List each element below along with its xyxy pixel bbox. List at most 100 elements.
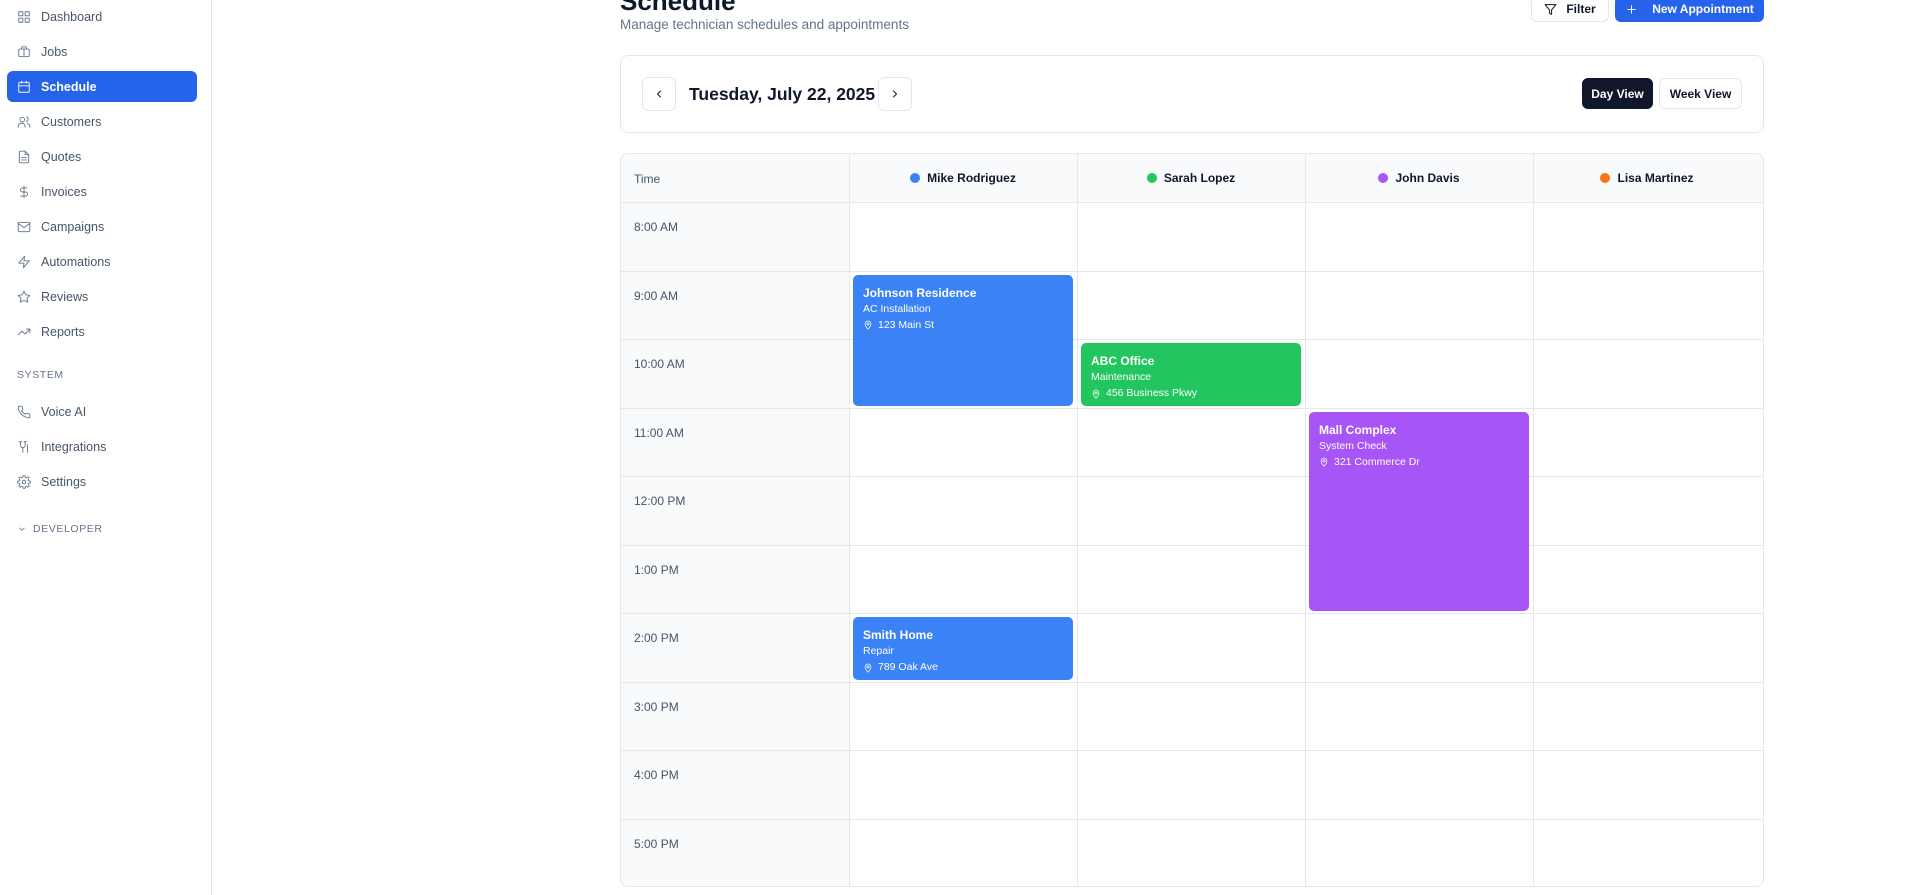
sidebar-item-quotes[interactable]: Quotes xyxy=(7,141,197,172)
sidebar-item-label: Campaigns xyxy=(41,219,105,234)
sidebar-item-label: Settings xyxy=(41,474,87,489)
time-slot-label: 12:00 PM xyxy=(634,494,686,508)
plus-icon xyxy=(1627,4,1636,14)
new-appointment-label: New Appointment xyxy=(1652,2,1754,16)
sidebar: Dashboard Jobs Schedule Customers Quotes… xyxy=(0,0,212,895)
appointment-address: 789 Oak Ave xyxy=(863,661,1063,674)
page-subtitle: Manage technician schedules and appointm… xyxy=(620,17,909,32)
schedule-grid: Time Mike Rodriguez Sarah Lopez John Davis… xyxy=(620,153,1764,887)
time-slot-label: 1:00 PM xyxy=(634,562,679,577)
appointment-address-text: 123 Main St xyxy=(878,318,935,331)
sidebar-item-label: Jobs xyxy=(41,44,68,59)
grid-column-divider xyxy=(1305,154,1306,886)
mail-icon xyxy=(17,220,31,234)
technician-color-dot xyxy=(1378,173,1389,183)
sidebar-item-settings[interactable]: Settings xyxy=(7,466,197,497)
sidebar-item-label: Schedule xyxy=(41,79,97,94)
technician-color-dot xyxy=(1146,173,1157,183)
time-slot-label: 9:00 AM xyxy=(634,288,679,303)
appointment-address-text: 789 Oak Ave xyxy=(878,661,938,673)
filter-button-label: Filter xyxy=(1566,2,1596,16)
grid-column-divider xyxy=(1077,154,1078,886)
appointment-service-type: AC Installation xyxy=(863,302,931,315)
week-view-button[interactable]: Week View xyxy=(1659,78,1742,109)
sidebar-item-voice-ai[interactable]: Voice AI xyxy=(7,396,197,427)
map-pin-icon xyxy=(1091,389,1106,399)
star-icon xyxy=(17,290,31,304)
sidebar-item-label: Reviews xyxy=(41,289,89,304)
trending-up-icon xyxy=(17,325,31,339)
grid-row-divider xyxy=(621,681,1763,683)
page-title: Schedule xyxy=(620,0,736,16)
new-appointment-button[interactable]: New Appointment xyxy=(1615,0,1764,22)
sidebar-item-jobs[interactable]: Jobs xyxy=(7,36,197,67)
appointment-address: 321 Commerce Dr xyxy=(1319,456,1519,469)
appointment-title: Johnson Residence xyxy=(863,285,977,300)
technician-header-sarah-lopez: Sarah Lopez xyxy=(1077,154,1305,202)
appointment-title: Smith Home xyxy=(863,628,934,642)
grid-row-divider xyxy=(621,202,1763,203)
sidebar-item-label: Quotes xyxy=(41,149,82,164)
dollar-icon xyxy=(17,185,31,199)
time-slot-label: 10:00 AM xyxy=(634,357,685,371)
sidebar-item-schedule[interactable]: Schedule xyxy=(7,71,197,102)
sidebar-item-label: Integrations xyxy=(41,439,107,454)
previous-day-button[interactable] xyxy=(642,77,676,111)
file-icon xyxy=(17,150,31,164)
date-navigation-card: Tuesday, July 22, 2025 Day View Week Vie… xyxy=(620,55,1764,133)
grid-row-divider xyxy=(621,476,1763,477)
zap-icon xyxy=(17,255,31,269)
grid-row-divider xyxy=(621,544,1763,546)
map-pin-icon xyxy=(863,663,878,673)
grid-column-divider xyxy=(1533,154,1534,886)
developer-label: DEVELOPER xyxy=(33,523,103,535)
users-icon xyxy=(17,115,31,129)
sidebar-item-label: Customers xyxy=(41,114,102,129)
sidebar-item-customers[interactable]: Customers xyxy=(7,106,197,137)
map-pin-icon xyxy=(1319,457,1334,467)
sidebar-item-invoices[interactable]: Invoices xyxy=(7,176,197,207)
appointment-address: 123 Main St xyxy=(863,319,1063,332)
next-day-button[interactable] xyxy=(878,77,912,111)
section-label-system: SYSTEM xyxy=(17,369,64,381)
sidebar-item-integrations[interactable]: Integrations xyxy=(7,431,197,462)
time-slot-label: 8:00 AM xyxy=(634,220,679,234)
time-slot-label: 4:00 PM xyxy=(634,768,679,782)
current-date: Tuesday, July 22, 2025 xyxy=(689,84,876,104)
technician-header-john-davis: John Davis xyxy=(1305,154,1533,202)
time-slot-label: 3:00 PM xyxy=(634,699,679,714)
sidebar-item-campaigns[interactable]: Campaigns xyxy=(7,211,197,242)
appointment-address-text: 456 Business Pkwy xyxy=(1106,387,1198,399)
chevron-down-icon xyxy=(19,527,25,531)
grid-row-divider xyxy=(621,613,1763,614)
technician-name: Mike Rodriguez xyxy=(927,171,1016,185)
grid-row-divider xyxy=(621,750,1763,751)
gear-icon xyxy=(17,474,31,489)
calendar-icon xyxy=(17,80,31,94)
appointment-address: 456 Business Pkwy xyxy=(1091,387,1291,400)
technician-color-dot xyxy=(910,173,921,183)
chevron-right-icon xyxy=(893,90,897,98)
technician-name: Lisa Martinez xyxy=(1617,171,1694,185)
sidebar-item-reports[interactable]: Reports xyxy=(7,316,197,347)
filter-button[interactable]: Filter xyxy=(1531,0,1609,22)
sidebar-item-label: Dashboard xyxy=(41,9,103,24)
appointment-card-smith-home[interactable]: Smith Home Repair 789 Oak Ave xyxy=(853,617,1073,680)
sidebar-item-dashboard[interactable]: Dashboard xyxy=(7,1,197,32)
appointment-card-abc-office[interactable]: ABC Office Maintenance 456 Business Pkwy xyxy=(1081,343,1301,406)
appointment-card-mall-complex[interactable]: Mall Complex System Check 321 Commerce Dr xyxy=(1309,411,1529,611)
day-view-button[interactable]: Day View xyxy=(1582,78,1653,109)
appointment-card-johnson-residence[interactable]: Johnson Residence AC Installation 123 Main… xyxy=(853,274,1073,406)
sidebar-item-automations[interactable]: Automations xyxy=(7,246,197,277)
appointment-title: Mall Complex xyxy=(1319,422,1397,437)
grid-row-divider xyxy=(621,407,1763,409)
filter-icon xyxy=(1544,3,1557,15)
developer-section-toggle[interactable]: DEVELOPER xyxy=(17,523,103,535)
sidebar-item-reviews[interactable]: Reviews xyxy=(7,281,197,312)
grid-row-divider xyxy=(621,818,1763,820)
sidebar-item-label: Voice AI xyxy=(41,404,87,419)
grid-icon xyxy=(17,10,31,24)
time-slot-label: 11:00 AM xyxy=(634,425,684,440)
appointment-service-type: System Check xyxy=(1319,439,1387,452)
appointment-service-type: Maintenance xyxy=(1091,371,1152,383)
